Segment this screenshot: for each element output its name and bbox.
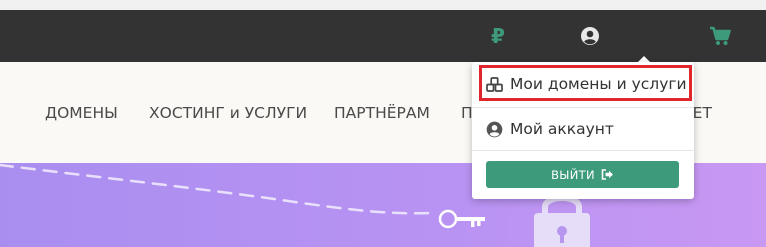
- my-domains-link[interactable]: Мои домены и услуги: [472, 66, 694, 102]
- user-circle-icon: [485, 120, 503, 138]
- dropdown-divider: [472, 107, 694, 108]
- logout-button[interactable]: ВЫЙТИ: [486, 161, 679, 188]
- nav-item-partners[interactable]: ПАРТНЁРАМ: [334, 104, 430, 122]
- dropdown-divider: [472, 150, 694, 151]
- user-circle-icon[interactable]: [578, 24, 602, 48]
- top-border: [0, 0, 766, 10]
- ruble-icon[interactable]: ₽: [486, 24, 510, 48]
- my-domains-label: Мои домены и услуги: [510, 75, 687, 93]
- nav-item-hidden-1[interactable]: П: [461, 104, 473, 122]
- cubes-icon: [485, 75, 503, 93]
- logout-label: ВЫЙТИ: [551, 167, 595, 182]
- my-account-link[interactable]: Мой аккаунт: [472, 111, 694, 147]
- nav-item-hosting[interactable]: ХОСТИНГ и УСЛУГИ: [149, 104, 307, 122]
- top-bar: ₽: [0, 10, 766, 62]
- nav-item-domains[interactable]: ДОМЕНЫ: [45, 104, 118, 122]
- key-icon: [438, 209, 485, 229]
- cart-icon[interactable]: [708, 24, 732, 48]
- padlock-icon: [534, 195, 590, 247]
- my-account-label: Мой аккаунт: [510, 120, 614, 138]
- sign-out-icon: [601, 169, 614, 180]
- account-dropdown: Мои домены и услуги Мой аккаунт ВЫЙТИ: [472, 62, 694, 199]
